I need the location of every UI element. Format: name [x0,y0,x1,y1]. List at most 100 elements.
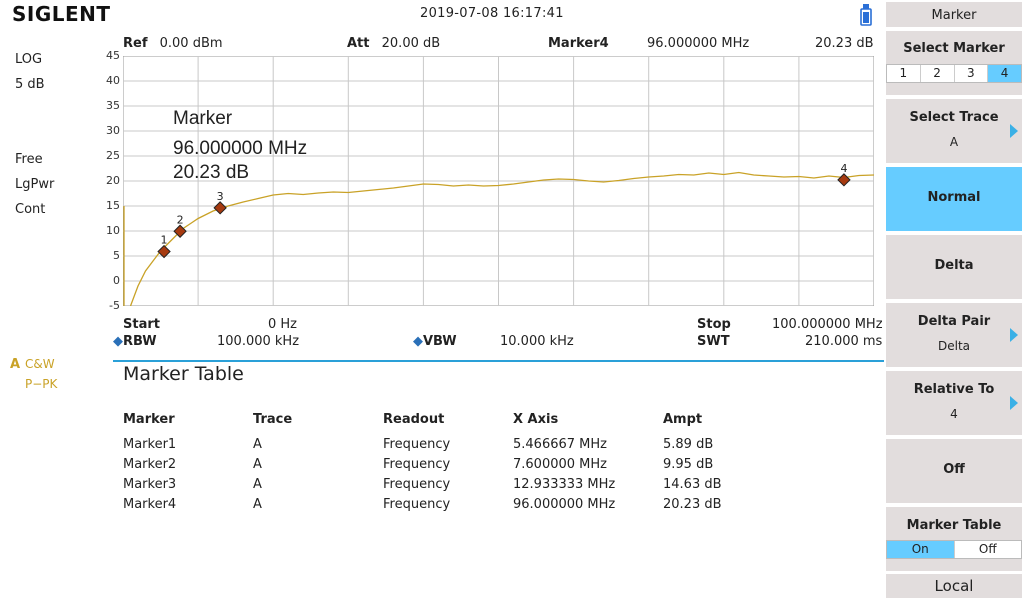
ref-level: Ref 0.00 dBm [123,36,223,51]
marker-readout-title: Marker [173,108,233,129]
marker-3-label: 3 [217,190,224,203]
softkey-value: Delta [937,339,970,353]
cell-marker: Marker4 [123,497,177,512]
cell-marker: Marker1 [123,437,177,452]
y-tick-label: 5 [113,249,120,262]
softkey-delta[interactable]: Delta [886,235,1022,301]
cell-marker: Marker2 [123,457,177,472]
cell-x-axis: 12.933333 MHz [513,477,616,492]
trigger-mode: Free [15,152,43,167]
cell-ampt: 5.89 dB [663,437,714,452]
col-header-readout: Readout [383,412,445,427]
scale-per-div: 5 dB [15,77,45,92]
col-header-trace: Trace [253,412,293,427]
trace-mode-primary: C&W [25,357,55,371]
spectrum-plot[interactable]: 12 3 4 Marker 96.000000 MHz 20.23 dB [123,56,874,306]
cell-readout: Frequency [383,477,451,492]
softkey-panel: Marker Select Marker 1 2 3 4 Select Trac… [884,0,1024,600]
y-tick-label: 15 [106,199,120,212]
att-value: 20.00 dB [381,36,441,51]
y-tick-label: -5 [109,299,120,312]
diamond-icon: ◆ [413,334,423,349]
detector-type: LgPwr [15,177,55,192]
cell-x-axis: 7.600000 MHz [513,457,607,472]
marker-selector[interactable]: 1 2 3 4 [886,64,1022,83]
scale-type: LOG [15,52,43,67]
active-marker-label: Marker4 [548,36,609,51]
cell-readout: Frequency [383,497,451,512]
col-header-ampt: Ampt [663,412,703,427]
top-bar: SIGLENT 2019-07-08 16:17:41 [0,0,884,30]
marker-table-toggle[interactable]: On Off [886,540,1022,559]
marker-option-2[interactable]: 2 [921,65,955,82]
softkey-select-trace[interactable]: Select Trace A [886,99,1022,165]
att-label: Att [347,36,370,51]
cell-trace: A [253,437,262,452]
y-tick-label: 25 [106,149,120,162]
marker-option-1[interactable]: 1 [887,65,921,82]
softkey-label: Off [943,462,965,477]
softkey-value: 4 [950,407,958,421]
rbw-label: ◆RBW [113,334,157,349]
active-marker-freq: 96.000000 MHz [647,36,750,51]
softkey-label: Normal [927,190,981,205]
vbw-label: ◆VBW [413,334,457,349]
rbw-value: 100.000 kHz [217,334,300,349]
swt-label: SWT [697,334,730,349]
marker-table-title: Marker Table [123,363,244,385]
usb-icon [860,4,872,26]
cell-marker: Marker3 [123,477,177,492]
softkey-label: Delta Pair [917,314,991,329]
cell-trace: A [253,477,262,492]
marker-2-label: 2 [177,213,184,226]
marker-1-label: 1 [161,234,168,247]
attenuation: Att 20.00 dB [347,36,440,51]
softkey-label: Delta [934,258,974,273]
start-label: Start [123,317,160,332]
y-tick-label: 30 [106,124,120,137]
diamond-icon: ◆ [113,334,123,349]
section-divider [113,360,884,362]
toggle-on[interactable]: On [887,541,955,558]
marker-4-label: 4 [840,162,847,175]
y-tick-label: 0 [113,274,120,287]
vbw-value: 10.000 kHz [500,334,574,349]
softkey-label: Marker Table [906,518,1002,533]
col-header-x-axis: X Axis [513,412,559,427]
softkey-label: Select Trace [909,110,999,125]
softkey-normal[interactable]: Normal [886,167,1022,233]
stop-label: Stop [697,317,731,332]
ref-label: Ref [123,36,148,51]
sweep-mode: Cont [15,202,46,217]
toggle-off[interactable]: Off [955,541,1022,558]
softkey-label: Select Marker [903,41,1005,56]
softkey-value: A [949,135,959,149]
cell-readout: Frequency [383,437,451,452]
swt-value: 210.000 ms [805,334,883,349]
softkey-label: Relative To [913,382,995,397]
cell-readout: Frequency [383,457,451,472]
cell-x-axis: 96.000000 MHz [513,497,616,512]
cell-x-axis: 5.466667 MHz [513,437,607,452]
marker-option-4[interactable]: 4 [988,65,1021,82]
local-button[interactable]: Local [886,574,1022,598]
y-tick-label: 20 [106,174,120,187]
menu-title-marker: Marker [886,2,1022,29]
y-tick-label: 35 [106,99,120,112]
marker-option-3[interactable]: 3 [955,65,989,82]
marker-readout-freq: 96.000000 MHz [173,138,307,159]
softkey-delta-pair[interactable]: Delta Pair Delta [886,303,1022,369]
date-time: 2019-07-08 16:17:41 [420,6,564,21]
y-tick-label: 10 [106,224,120,237]
trace-indicator: A [10,357,21,372]
softkey-off[interactable]: Off [886,439,1022,505]
y-tick-label: 45 [106,49,120,62]
brand-logo: SIGLENT [12,2,111,26]
chevron-right-icon [1010,396,1018,410]
cell-ampt: 14.63 dB [663,477,722,492]
active-marker-amp: 20.23 dB [815,36,874,51]
softkey-relative-to[interactable]: Relative To 4 [886,371,1022,437]
col-header-marker: Marker [123,412,175,427]
cell-trace: A [253,497,262,512]
cell-ampt: 9.95 dB [663,457,714,472]
